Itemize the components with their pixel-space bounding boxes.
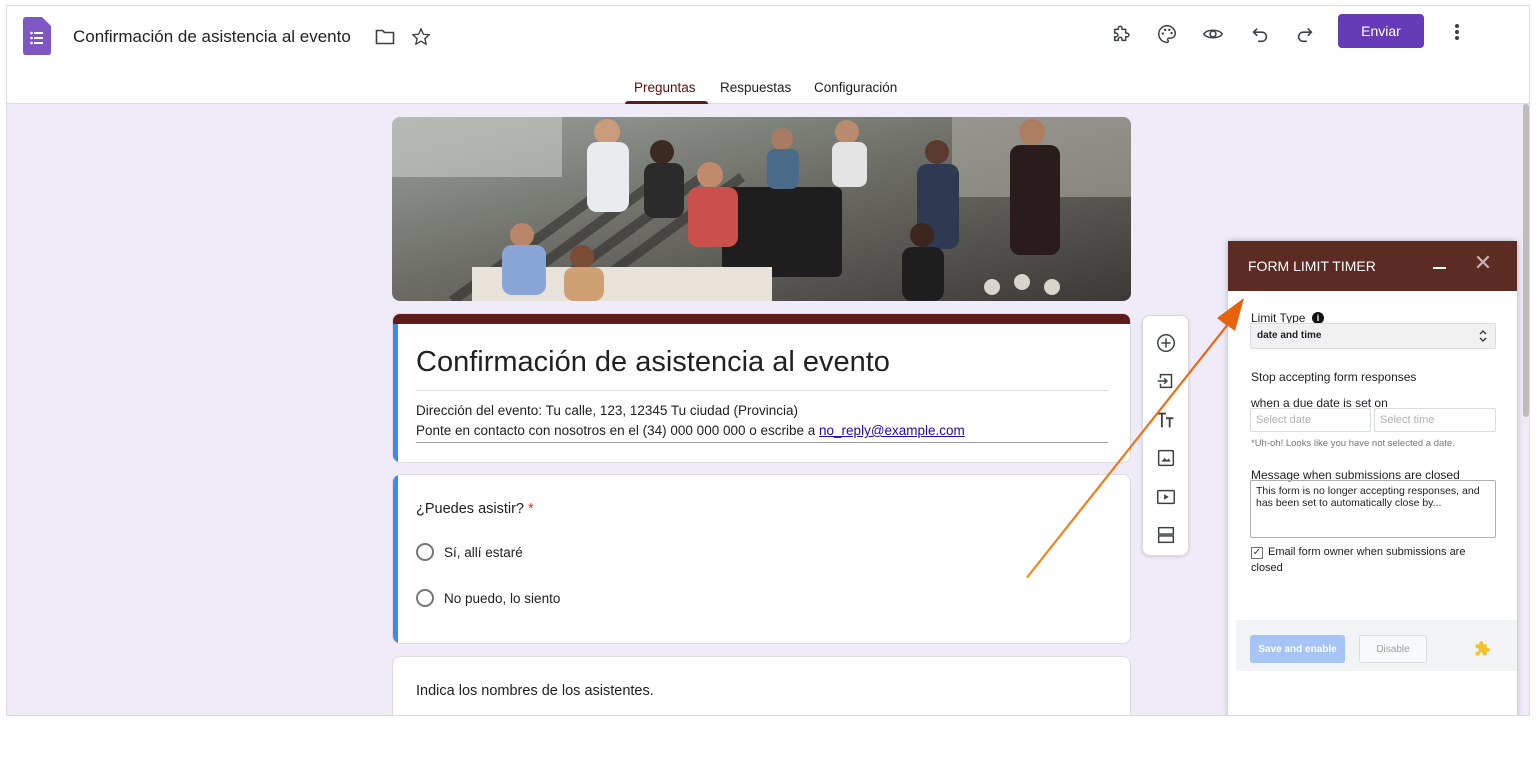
panel-header: FORM LIMIT TIMER ✕ [1228, 241, 1517, 291]
radio-button[interactable] [416, 543, 434, 561]
form-title-card[interactable]: Confirmación de asistencia al evento Dir… [392, 313, 1131, 463]
form-description-line[interactable]: Dirección del evento: Tu calle, 123, 123… [416, 403, 798, 418]
checkbox-checked-icon[interactable]: ✓ [1251, 547, 1263, 559]
limit-type-value: date and time [1257, 330, 1322, 341]
email-owner-option[interactable]: ✓ Email form owner when submissions are c… [1251, 544, 1491, 576]
required-mark: * [528, 501, 534, 517]
select-arrows-icon [1479, 330, 1487, 342]
top-bar: Confirmación de asistencia al evento Env… [7, 6, 1529, 104]
title-divider [416, 390, 1108, 391]
question-text: ¿Puedes asistir? [416, 501, 524, 517]
tab-preguntas[interactable]: Preguntas [634, 80, 696, 95]
radio-option[interactable]: Sí, allí estaré [416, 543, 523, 561]
selected-indicator [393, 475, 398, 643]
add-question-icon[interactable] [1154, 331, 1178, 355]
stop-accepting-label: Stop accepting form responses [1251, 370, 1417, 384]
question-title: ¿Puedes asistir? * [416, 501, 534, 517]
radio-option-label: No puedo, lo siento [444, 590, 561, 606]
close-icon[interactable]: ✕ [1473, 251, 1493, 275]
form-limit-timer-panel: FORM LIMIT TIMER ✕ Limit Type i date and… [1228, 241, 1517, 715]
add-video-icon[interactable] [1154, 485, 1178, 509]
question-card[interactable]: Indica los nombres de los asistentes. [392, 656, 1131, 715]
folder-icon[interactable] [375, 28, 395, 46]
import-questions-icon[interactable] [1154, 369, 1178, 393]
form-header-image [392, 117, 1131, 301]
tab-respuestas[interactable]: Respuestas [720, 80, 791, 95]
active-tab-indicator [625, 101, 708, 104]
undo-icon[interactable] [1247, 21, 1273, 47]
more-vert-icon[interactable] [1445, 20, 1469, 44]
puzzle-icon[interactable] [1109, 21, 1135, 47]
closed-message-textarea[interactable]: This form is no longer accepting respons… [1250, 480, 1496, 538]
question-card[interactable]: ¿Puedes asistir? * Sí, allí estaré No pu… [392, 474, 1131, 644]
panel-footer: Save and enable Disable [1236, 620, 1517, 671]
form-description-text: Ponte en contacto con nosotros en el (34… [416, 423, 820, 438]
tab-configuracion[interactable]: Configuración [814, 80, 897, 95]
add-image-icon[interactable] [1154, 446, 1178, 470]
description-divider [416, 442, 1108, 443]
send-button[interactable]: Enviar [1338, 14, 1424, 48]
preview-eye-icon[interactable] [1200, 21, 1226, 47]
minimize-icon[interactable] [1430, 253, 1450, 273]
palette-icon[interactable] [1154, 21, 1180, 47]
limit-type-select[interactable]: date and time [1250, 323, 1496, 349]
form-tabs: Preguntas Respuestas Configuración [7, 76, 1529, 104]
disable-button[interactable]: Disable [1359, 635, 1427, 663]
email-owner-label: Email form owner when submissions are cl… [1251, 546, 1466, 574]
star-icon[interactable] [410, 26, 432, 48]
add-title-icon[interactable] [1154, 408, 1178, 432]
side-toolbar [1142, 315, 1189, 556]
date-warning: *Uh-oh! Looks like you have not selected… [1251, 438, 1455, 449]
selected-indicator [393, 324, 398, 462]
question-title: Indica los nombres de los asistentes. [416, 683, 654, 699]
radio-button[interactable] [416, 589, 434, 607]
form-description-line[interactable]: Ponte en contacto con nosotros en el (34… [416, 423, 965, 438]
google-forms-logo[interactable] [23, 17, 51, 55]
addon-puzzle-icon[interactable] [1472, 638, 1494, 660]
date-input[interactable]: Select date [1250, 408, 1371, 432]
save-and-enable-button[interactable]: Save and enable [1250, 635, 1345, 663]
app-window: Confirmación de asistencia al evento Env… [6, 5, 1530, 716]
form-title[interactable]: Confirmación de asistencia al evento [416, 346, 890, 379]
radio-option-label: Sí, allí estaré [444, 544, 523, 560]
theme-stripe [393, 314, 1130, 324]
redo-icon[interactable] [1292, 21, 1318, 47]
panel-title: FORM LIMIT TIMER [1248, 258, 1376, 274]
radio-option[interactable]: No puedo, lo siento [416, 589, 560, 607]
document-title[interactable]: Confirmación de asistencia al evento [73, 27, 351, 47]
add-section-icon[interactable] [1154, 523, 1178, 547]
scrollbar-thumb[interactable] [1523, 104, 1529, 417]
time-input[interactable]: Select time [1374, 408, 1496, 432]
email-link[interactable]: no_reply@example.com [819, 423, 965, 438]
